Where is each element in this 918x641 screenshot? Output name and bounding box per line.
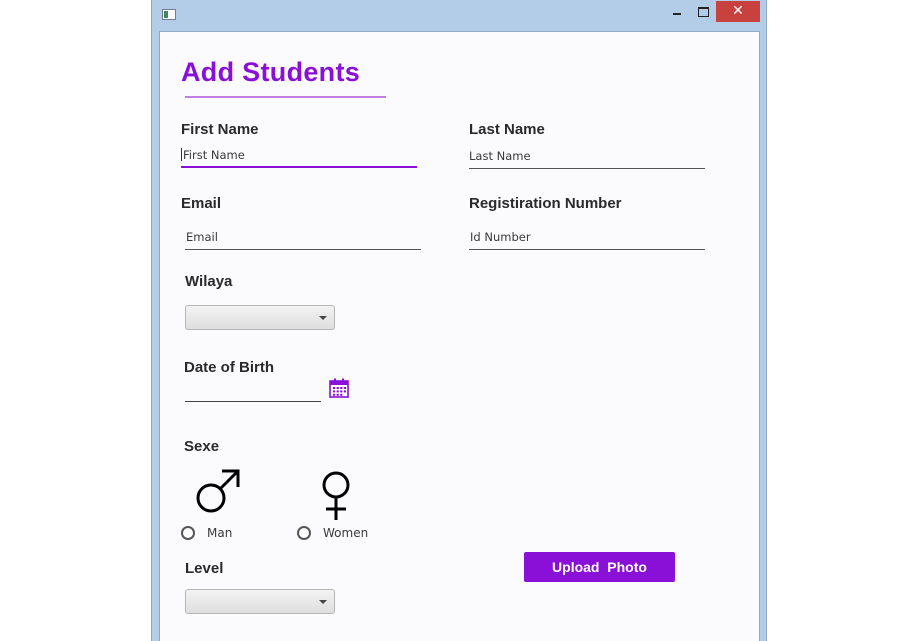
- wilaya-combobox[interactable]: [185, 305, 335, 330]
- close-button[interactable]: ✕: [716, 1, 760, 22]
- last-name-placeholder: Last Name: [469, 149, 531, 163]
- man-radio[interactable]: [181, 526, 195, 540]
- chevron-down-icon: [319, 316, 327, 320]
- registration-number-placeholder: Id Number: [470, 230, 531, 244]
- upload-photo-button[interactable]: Upload Photo: [524, 552, 675, 582]
- first-name-field[interactable]: First Name: [181, 144, 417, 168]
- maximize-icon: [697, 7, 709, 17]
- level-combobox[interactable]: [185, 589, 335, 614]
- last-name-label: Last Name: [469, 121, 545, 138]
- first-name-placeholder: First Name: [183, 148, 245, 162]
- email-field[interactable]: Email: [185, 226, 421, 250]
- date-of-birth-underline: [185, 401, 321, 402]
- maximize-button[interactable]: [690, 1, 716, 22]
- first-name-label: First Name: [181, 121, 259, 138]
- male-symbol-icon: [196, 469, 240, 513]
- close-icon: ✕: [732, 3, 744, 19]
- app-icon: [162, 9, 176, 20]
- form-panel: Add Students First Name First Name Last …: [159, 31, 760, 641]
- female-symbol-icon: [322, 471, 350, 520]
- title-bar[interactable]: ✕: [152, 0, 766, 30]
- registration-number-label: Registiration Number: [469, 195, 622, 212]
- date-of-birth-field[interactable]: [185, 382, 321, 400]
- man-radio-label: Man: [207, 526, 233, 540]
- wilaya-label: Wilaya: [185, 273, 233, 290]
- calendar-icon[interactable]: [329, 378, 349, 398]
- email-label: Email: [181, 195, 222, 212]
- last-name-field[interactable]: Last Name: [469, 145, 705, 169]
- text-caret: [181, 148, 182, 161]
- women-radio[interactable]: [297, 526, 311, 540]
- minimize-icon: [673, 13, 681, 15]
- app-window: ✕ Add Students First Name First Name Las…: [151, 0, 767, 641]
- registration-number-field[interactable]: Id Number: [469, 226, 705, 250]
- page-title: Add Students: [181, 57, 361, 87]
- sexe-label: Sexe: [184, 438, 220, 455]
- date-of-birth-label: Date of Birth: [184, 359, 274, 376]
- chevron-down-icon: [319, 600, 327, 604]
- level-label: Level: [185, 560, 224, 577]
- minimize-button[interactable]: [664, 1, 690, 22]
- email-placeholder: Email: [186, 230, 218, 244]
- title-underline: [185, 96, 386, 98]
- women-radio-label: Women: [323, 526, 369, 540]
